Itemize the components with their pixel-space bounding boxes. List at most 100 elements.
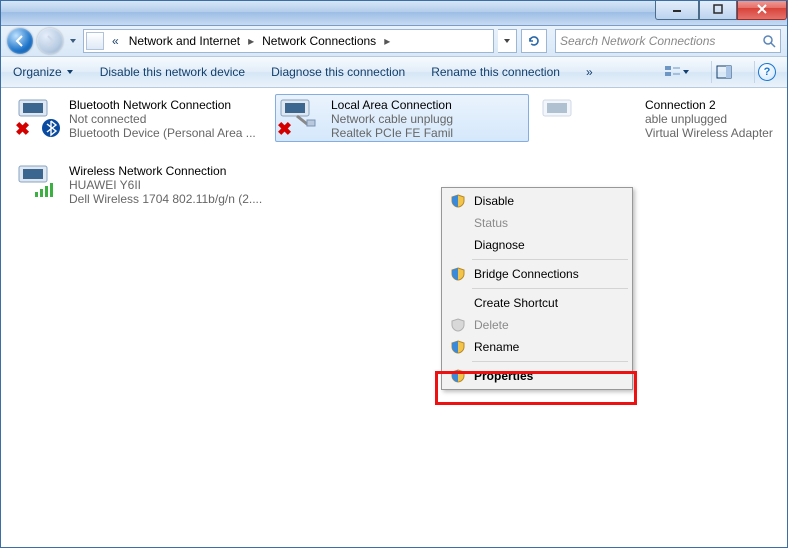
connection-item-bluetooth[interactable]: ✖ Bluetooth Network Connection Not conne… (13, 94, 267, 142)
breadcrumb-seg-2[interactable]: Network Connections (258, 32, 380, 50)
shield-icon (450, 339, 466, 355)
disconnected-x-icon: ✖ (277, 119, 292, 140)
menu-label: Properties (474, 369, 533, 383)
close-button[interactable] (737, 0, 787, 20)
search-icon (762, 34, 776, 48)
address-bar[interactable]: « Network and Internet ▸ Network Connect… (83, 29, 494, 53)
chevron-down-icon (503, 37, 511, 45)
forward-arrow-icon (43, 34, 57, 48)
menu-label: Diagnose (474, 238, 525, 252)
menu-separator (472, 259, 628, 260)
menu-item-rename[interactable]: Rename (444, 336, 630, 358)
bluetooth-icon (41, 118, 81, 154)
refresh-icon (527, 34, 541, 48)
view-mode-button[interactable] (661, 63, 693, 81)
connection-device: Virtual Wireless Adapter (645, 126, 773, 140)
forward-button[interactable] (37, 28, 63, 54)
menu-item-diagnose[interactable]: Diagnose (444, 234, 630, 256)
connection-text: Local Area Connection Network cable unpl… (331, 96, 453, 140)
menu-separator (472, 361, 628, 362)
view-icon (664, 64, 682, 80)
maximize-icon (713, 4, 723, 14)
rename-connection-button[interactable]: Rename this connection (427, 63, 564, 81)
chevron-down-icon (69, 37, 77, 45)
rename-label: Rename this connection (431, 65, 560, 79)
content-area: ✖ Bluetooth Network Connection Not conne… (1, 88, 787, 548)
search-placeholder: Search Network Connections (560, 34, 715, 48)
title-bar (1, 1, 787, 26)
back-button[interactable] (7, 28, 33, 54)
more-label: » (586, 65, 593, 79)
connection-status: able unplugged (645, 112, 773, 126)
connection-name: Bluetooth Network Connection (69, 98, 256, 112)
nav-history-dropdown[interactable] (67, 31, 79, 51)
adapter-icon (539, 96, 587, 140)
maximize-button[interactable] (699, 0, 737, 20)
signal-bars-icon (35, 182, 75, 218)
connection-status: Not connected (69, 112, 256, 126)
close-icon (756, 4, 768, 14)
connection-item-local-area[interactable]: ✖ Local Area Connection Network cable un… (275, 94, 529, 142)
window-buttons (655, 0, 787, 20)
diagnose-connection-button[interactable]: Diagnose this connection (267, 63, 409, 81)
connection-status: HUAWEI Y6II (69, 178, 262, 192)
connection-status: Network cable unplugg (331, 112, 453, 126)
wifi-adapter-icon (15, 162, 63, 206)
connection-text: Connection 2 able unplugged Virtual Wire… (593, 96, 773, 140)
connection-name: Connection 2 (645, 98, 773, 112)
address-dropdown-button[interactable] (498, 29, 517, 53)
diagnose-label: Diagnose this connection (271, 65, 405, 79)
connection-text: Wireless Network Connection HUAWEI Y6II … (69, 162, 262, 206)
menu-label: Delete (474, 318, 509, 332)
connection-device: Realtek PCIe FE Famil (331, 126, 453, 140)
menu-item-bridge[interactable]: Bridge Connections (444, 263, 630, 285)
chevron-right-icon[interactable]: ▸ (246, 34, 256, 48)
connection-item-virtual[interactable]: Connection 2 able unplugged Virtual Wire… (537, 94, 787, 142)
connection-name: Wireless Network Connection (69, 164, 262, 178)
breadcrumb-root[interactable]: « (108, 34, 123, 48)
connection-text: Bluetooth Network Connection Not connect… (69, 96, 256, 140)
explorer-window: « Network and Internet ▸ Network Connect… (0, 0, 788, 548)
command-bar: Organize Disable this network device Dia… (1, 57, 787, 88)
help-icon: ? (758, 63, 776, 81)
shield-icon (450, 368, 466, 384)
connection-device: Bluetooth Device (Personal Area ... (69, 126, 256, 140)
connection-name: Local Area Connection (331, 98, 453, 112)
menu-label: Bridge Connections (474, 267, 579, 281)
preview-pane-icon (716, 65, 732, 79)
menu-item-disable[interactable]: Disable (444, 190, 630, 212)
menu-label: Status (474, 216, 508, 230)
search-input[interactable]: Search Network Connections (555, 29, 781, 53)
menu-item-status: Status (444, 212, 630, 234)
more-commands-button[interactable]: » (582, 63, 597, 81)
bluetooth-adapter-icon: ✖ (15, 96, 63, 140)
refresh-button[interactable] (521, 29, 547, 53)
connection-item-wireless[interactable]: Wireless Network Connection HUAWEI Y6II … (13, 160, 267, 208)
disconnected-x-icon: ✖ (15, 119, 30, 140)
chevron-down-icon (682, 68, 690, 76)
minimize-icon (672, 4, 682, 14)
menu-separator (472, 288, 628, 289)
chevron-down-icon (66, 68, 74, 76)
menu-item-create-shortcut[interactable]: Create Shortcut (444, 292, 630, 314)
menu-label: Create Shortcut (474, 296, 558, 310)
menu-item-properties[interactable]: Properties (444, 365, 630, 387)
folder-icon (86, 32, 104, 50)
context-menu: Disable Status Diagnose Bridge Connectio… (441, 187, 633, 390)
minimize-button[interactable] (655, 0, 699, 20)
disable-device-button[interactable]: Disable this network device (96, 63, 249, 81)
organize-button[interactable]: Organize (9, 63, 78, 81)
chevron-right-icon[interactable]: ▸ (382, 34, 392, 48)
preview-pane-button[interactable] (711, 61, 736, 83)
organize-label: Organize (13, 65, 62, 79)
breadcrumb-seg-1[interactable]: Network and Internet (125, 32, 244, 50)
ethernet-adapter-icon: ✖ (277, 96, 325, 140)
help-button[interactable]: ? (754, 61, 779, 83)
connection-device: Dell Wireless 1704 802.11b/g/n (2.... (69, 192, 262, 206)
shield-icon (450, 266, 466, 282)
shield-icon (450, 317, 466, 333)
menu-label: Disable (474, 194, 514, 208)
menu-label: Rename (474, 340, 519, 354)
address-row: « Network and Internet ▸ Network Connect… (1, 26, 787, 57)
shield-icon (450, 193, 466, 209)
